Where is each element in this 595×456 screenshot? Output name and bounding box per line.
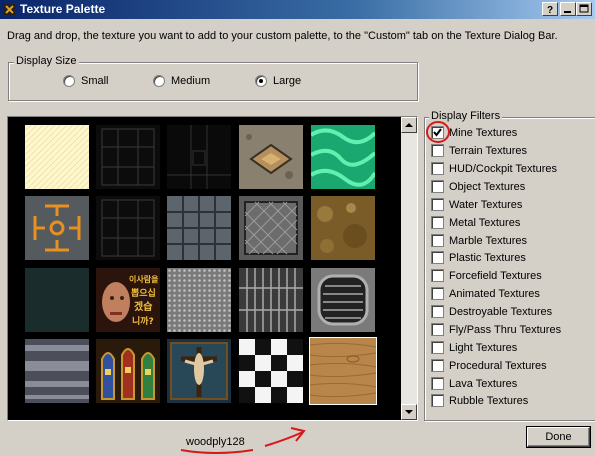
checkbox[interactable] [431,287,444,300]
face-poster-tile[interactable]: 이사람을뽑으십 겠습니까? [96,268,160,332]
checkbox[interactable] [431,377,444,390]
filter-label: Marble Textures [449,235,528,247]
filter-rubble-textures[interactable]: Rubble Textures [431,393,591,409]
filter-terrain-textures[interactable]: Terrain Textures [431,143,591,159]
filter-lava-textures[interactable]: Lava Textures [431,376,591,392]
radio-medium[interactable] [153,75,165,87]
filter-label: Mine Textures [449,127,518,139]
texture-tile[interactable] [239,268,303,332]
texture-tile[interactable] [239,125,303,189]
radio-small[interactable] [63,75,75,87]
texture-tile[interactable] [96,339,160,403]
filter-label: Rubble Textures [449,395,529,407]
filter-label: Procedural Textures [449,360,547,372]
filter-label: Object Textures [449,181,526,193]
checkbox[interactable] [431,305,444,318]
arrow-down-icon [405,410,413,414]
minimize-button[interactable] [560,2,576,16]
vertical-scrollbar[interactable] [401,117,417,420]
checkbox[interactable] [431,198,444,211]
scroll-up-button[interactable] [401,117,417,133]
filter-water-textures[interactable]: Water Textures [431,197,591,213]
filter-label: Destroyable Textures [449,306,553,318]
help-icon: ? [547,5,553,15]
filter-label: Terrain Textures [449,145,528,157]
filter-fly-pass-thru-textures[interactable]: Fly/Pass Thru Textures [431,322,591,338]
texture-tile[interactable] [167,125,231,189]
filter-procedural-textures[interactable]: Procedural Textures [431,358,591,374]
radio-large[interactable] [255,75,267,87]
checkbox[interactable] [431,216,444,229]
filter-label: Water Textures [449,199,523,211]
checkbox[interactable] [431,251,444,264]
checkbox[interactable] [431,162,444,175]
checkbox[interactable] [431,341,444,354]
texture-tile[interactable] [96,125,160,189]
instruction-text: Drag and drop, the texture you want to a… [7,30,558,42]
texture-tile[interactable] [25,196,89,260]
texture-tile[interactable] [167,339,231,403]
texture-tile[interactable] [167,268,231,332]
radio-small-label: Small [81,75,109,87]
checkbox[interactable] [431,323,444,336]
checkbox[interactable] [431,234,444,247]
filter-animated-textures[interactable]: Animated Textures [431,286,591,302]
texture-tile-selected[interactable] [309,337,377,405]
poster-text-1: 이사람을 [129,274,159,284]
maximize-button[interactable] [576,2,592,16]
help-button[interactable]: ? [542,2,558,16]
filter-label: Forcefield Textures [449,270,542,282]
filter-light-textures[interactable]: Light Textures [431,340,591,356]
filter-label: Light Textures [449,342,518,354]
poster-text-4: 니까? [132,315,154,327]
title-bar: Texture Palette ? [0,0,595,19]
filter-hud-cockpit-textures[interactable]: HUD/Cockpit Textures [431,161,591,177]
filter-destroyable-textures[interactable]: Destroyable Textures [431,304,591,320]
filter-marble-textures[interactable]: Marble Textures [431,233,591,249]
annotation-circle [426,121,450,143]
done-button[interactable]: Done [526,426,591,448]
texture-tile[interactable] [25,268,89,332]
filter-label: Metal Textures [449,217,521,229]
texture-tile[interactable] [96,196,160,260]
app-icon [4,4,15,15]
checkbox[interactable] [431,180,444,193]
checkbox[interactable] [431,269,444,282]
filter-label: Lava Textures [449,378,518,390]
filter-label: Plastic Textures [449,252,526,264]
radio-medium-label: Medium [171,75,211,87]
poster-text-3: 겠습 [134,300,152,313]
filter-label: Fly/Pass Thru Textures [449,324,562,336]
texture-tile[interactable] [239,196,303,260]
texture-tile[interactable] [25,125,89,189]
display-size-label: Display Size [14,55,79,68]
filter-label: HUD/Cockpit Textures [449,163,557,175]
maximize-icon [579,4,589,13]
texture-grid: 이사람을뽑으십 겠습니까? [7,116,418,421]
scroll-down-button[interactable] [401,404,417,420]
filter-metal-textures[interactable]: Metal Textures [431,215,591,231]
scroll-track[interactable] [401,133,417,404]
filter-object-textures[interactable]: Object Textures [431,179,591,195]
checkbox[interactable] [431,394,444,407]
annotation-arrow [180,427,306,454]
filter-mine-textures[interactable]: Mine Textures [431,125,591,141]
poster-text-2: 뽑으십 [131,287,156,299]
window-title: Texture Palette [20,2,106,16]
texture-tile[interactable] [309,125,377,189]
filter-plastic-textures[interactable]: Plastic Textures [431,250,591,266]
checkbox[interactable] [431,359,444,372]
radio-large-label: Large [273,75,302,87]
svg-text:?: ? [547,5,553,15]
texture-tile[interactable] [311,268,375,332]
arrow-up-icon [405,123,413,127]
filter-label: Animated Textures [449,288,540,300]
texture-tile[interactable] [167,196,231,260]
filter-forcefield-textures[interactable]: Forcefield Textures [431,268,591,284]
texture-tile[interactable] [239,339,303,403]
texture-tile[interactable] [25,339,89,403]
texture-tile[interactable] [311,196,375,260]
minimize-icon [564,11,571,13]
